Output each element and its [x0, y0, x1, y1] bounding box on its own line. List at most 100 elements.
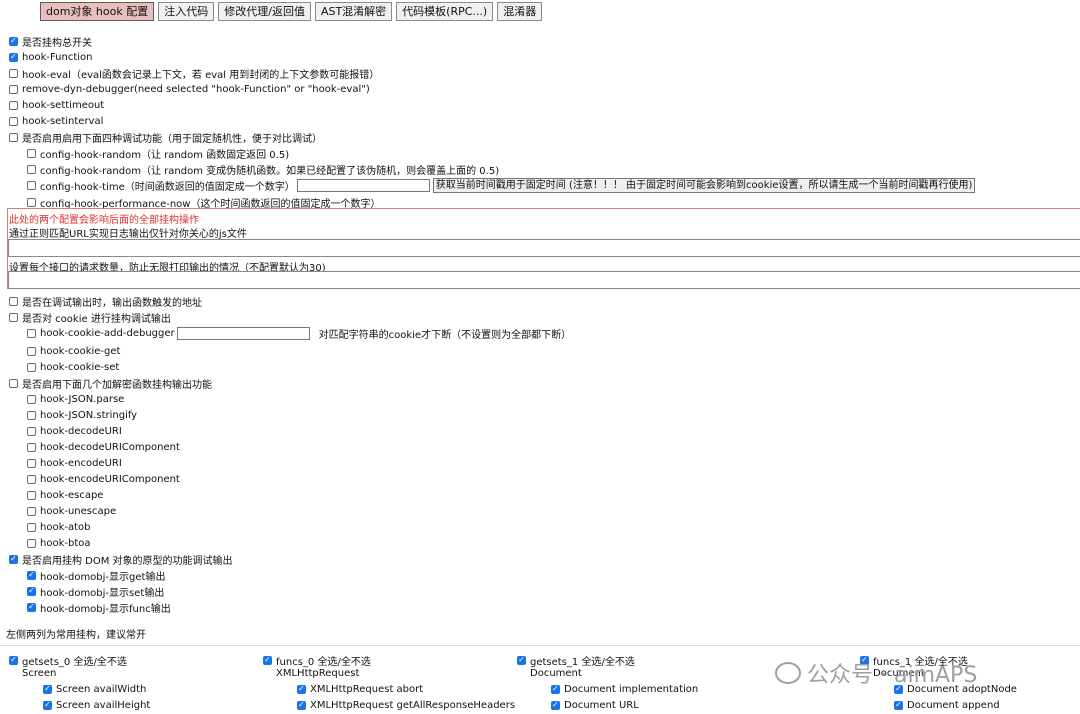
- option-label: hook-unescape: [40, 505, 117, 517]
- option-config-hook-random-pseudo[interactable]: config-hook-random（让 random 变成伪随机函数。如果已经…: [27, 162, 499, 177]
- option-master-switch[interactable]: 是否挂构总开关: [9, 34, 92, 49]
- group-getsets-1[interactable]: getsets_1 全选/全不选: [517, 653, 635, 668]
- cookie-filter-input[interactable]: [176, 326, 310, 340]
- group-item[interactable]: Document append: [894, 698, 1000, 712]
- option-debug-features[interactable]: 是否启用启用下面四种调试功能（用于固定随机性，便于对比调试）: [9, 130, 322, 145]
- option-config-hook-performance-now[interactable]: config-hook-performance-now（这个时间函数返回的值固定…: [27, 195, 380, 210]
- group-item[interactable]: Screen availHeight: [43, 698, 150, 712]
- checkbox[interactable]: [27, 346, 36, 356]
- checkbox[interactable]: [297, 700, 306, 710]
- option-label: 是否对 cookie 进行挂构调试输出: [22, 313, 171, 325]
- option-hook-cookie-get[interactable]: hook-cookie-get: [27, 344, 120, 358]
- option-hook-setinterval[interactable]: hook-setinterval: [9, 114, 103, 128]
- checkbox[interactable]: [517, 655, 526, 665]
- option-hook-encodeuricomponent[interactable]: hook-encodeURIComponent: [27, 472, 180, 486]
- checkbox[interactable]: [9, 296, 18, 306]
- option-label: hook-Function: [22, 51, 93, 63]
- option-cookie-hook[interactable]: 是否对 cookie 进行挂构调试输出: [9, 310, 171, 325]
- group-item[interactable]: XMLHttpRequest getAllResponseHeaders: [297, 698, 515, 712]
- checkbox[interactable]: [9, 655, 18, 665]
- checkbox[interactable]: [9, 554, 18, 564]
- tab-modify-proxy[interactable]: 修改代理/返回值: [218, 2, 311, 21]
- checkbox[interactable]: [9, 378, 18, 388]
- group-item[interactable]: Screen availWidth: [43, 682, 146, 696]
- tab-ast-deobfuscate[interactable]: AST混淆解密: [314, 2, 393, 21]
- checkbox[interactable]: [551, 684, 560, 694]
- option-hook-json-parse[interactable]: hook-JSON.parse: [27, 392, 124, 406]
- checkbox[interactable]: [27, 490, 36, 500]
- tab-code-template[interactable]: 代码模板(RPC...): [396, 2, 494, 21]
- checkbox[interactable]: [9, 100, 18, 110]
- checkbox[interactable]: [27, 538, 36, 548]
- checkbox[interactable]: [27, 586, 36, 596]
- option-config-hook-time[interactable]: config-hook-time（时间函数返回的值固定成一个数字） 获取当前时间戳…: [27, 177, 976, 193]
- checkbox[interactable]: [9, 68, 18, 78]
- checkbox[interactable]: [27, 426, 36, 436]
- checkbox[interactable]: [27, 474, 36, 484]
- option-label: hook-settimeout: [22, 99, 105, 111]
- option-hook-decodeuricomponent[interactable]: hook-decodeURIComponent: [27, 440, 180, 454]
- group-getsets-0[interactable]: getsets_0 全选/全不选: [9, 653, 127, 668]
- checkbox[interactable]: [27, 394, 36, 404]
- checkbox[interactable]: [27, 506, 36, 516]
- checkbox[interactable]: [27, 148, 36, 158]
- checkbox[interactable]: [27, 328, 36, 338]
- checkbox[interactable]: [297, 684, 306, 694]
- checkbox[interactable]: [27, 458, 36, 468]
- url-regex-input[interactable]: [8, 239, 1080, 257]
- request-limit-input[interactable]: [8, 271, 1080, 289]
- option-crypto-hooks[interactable]: 是否启用下面几个加解密函数挂构输出功能: [9, 376, 212, 391]
- checkbox[interactable]: [27, 602, 36, 612]
- option-domobj-get[interactable]: hook-domobj-显示get输出: [27, 568, 166, 583]
- option-remove-dyn-debugger[interactable]: remove-dyn-debugger(need selected "hook-…: [9, 82, 370, 96]
- fixed-time-input[interactable]: [296, 178, 430, 192]
- group-item[interactable]: Document implementation: [551, 682, 698, 696]
- option-hook-encodeuri[interactable]: hook-encodeURI: [27, 456, 122, 470]
- checkbox[interactable]: [27, 442, 36, 452]
- checkbox[interactable]: [894, 700, 903, 710]
- option-hook-decodeuri[interactable]: hook-decodeURI: [27, 424, 122, 438]
- option-label: hook-domobj-显示get输出: [40, 571, 166, 583]
- checkbox[interactable]: [27, 362, 36, 372]
- checkbox[interactable]: [27, 570, 36, 580]
- option-hook-function[interactable]: hook-Function: [9, 50, 93, 64]
- option-dom-prototype-hook[interactable]: 是否启用挂构 DOM 对象的原型的功能调试输出: [9, 552, 233, 567]
- option-hook-btoa[interactable]: hook-btoa: [27, 536, 91, 550]
- checkbox[interactable]: [9, 312, 18, 322]
- option-domobj-func[interactable]: hook-domobj-显示func输出: [27, 600, 171, 615]
- option-config-hook-random[interactable]: config-hook-random（让 random 函数固定返回 0.5): [27, 146, 289, 161]
- get-timestamp-button[interactable]: 获取当前时间戳用于固定时间 (注意！！！ 由于固定时间可能会影响到cookie设…: [432, 177, 976, 193]
- checkbox[interactable]: [9, 36, 18, 46]
- checkbox[interactable]: [9, 132, 18, 142]
- checkbox[interactable]: [43, 684, 52, 694]
- checkbox[interactable]: [27, 180, 36, 190]
- option-label: hook-setinterval: [22, 115, 104, 127]
- tab-inject-code[interactable]: 注入代码: [158, 2, 215, 21]
- option-hook-cookie-add-debugger[interactable]: hook-cookie-add-debugger 对匹配字符串的cookie才下断…: [27, 326, 571, 341]
- group-item[interactable]: Document URL: [551, 698, 639, 712]
- option-hook-json-stringify[interactable]: hook-JSON.stringify: [27, 408, 137, 422]
- group-item[interactable]: XMLHttpRequest abort: [297, 682, 423, 696]
- group-funcs-0[interactable]: funcs_0 全选/全不选: [263, 653, 371, 668]
- checkbox[interactable]: [27, 197, 36, 207]
- option-hook-escape[interactable]: hook-escape: [27, 488, 103, 502]
- checkbox[interactable]: [263, 655, 272, 665]
- option-hook-atob[interactable]: hook-atob: [27, 520, 91, 534]
- option-hook-unescape[interactable]: hook-unescape: [27, 504, 116, 518]
- group-label: funcs_0 全选/全不选: [276, 656, 371, 668]
- checkbox[interactable]: [27, 410, 36, 420]
- checkbox[interactable]: [9, 84, 18, 94]
- option-output-trigger-address[interactable]: 是否在调试输出时，输出函数触发的地址: [9, 294, 202, 309]
- option-hook-settimeout[interactable]: hook-settimeout: [9, 98, 104, 112]
- checkbox[interactable]: [9, 52, 18, 62]
- checkbox[interactable]: [27, 522, 36, 532]
- checkbox[interactable]: [27, 164, 36, 174]
- tab-dom-hook-config[interactable]: dom对象 hook 配置: [40, 2, 155, 21]
- checkbox[interactable]: [43, 700, 52, 710]
- checkbox[interactable]: [9, 116, 18, 126]
- option-domobj-set[interactable]: hook-domobj-显示set输出: [27, 584, 164, 599]
- option-hook-eval[interactable]: hook-eval（eval函数会记录上下文，若 eval 用到封闭的上下文参数…: [9, 66, 379, 81]
- tab-obfuscator[interactable]: 混淆器: [497, 2, 543, 21]
- checkbox[interactable]: [551, 700, 560, 710]
- option-hook-cookie-set[interactable]: hook-cookie-set: [27, 360, 119, 374]
